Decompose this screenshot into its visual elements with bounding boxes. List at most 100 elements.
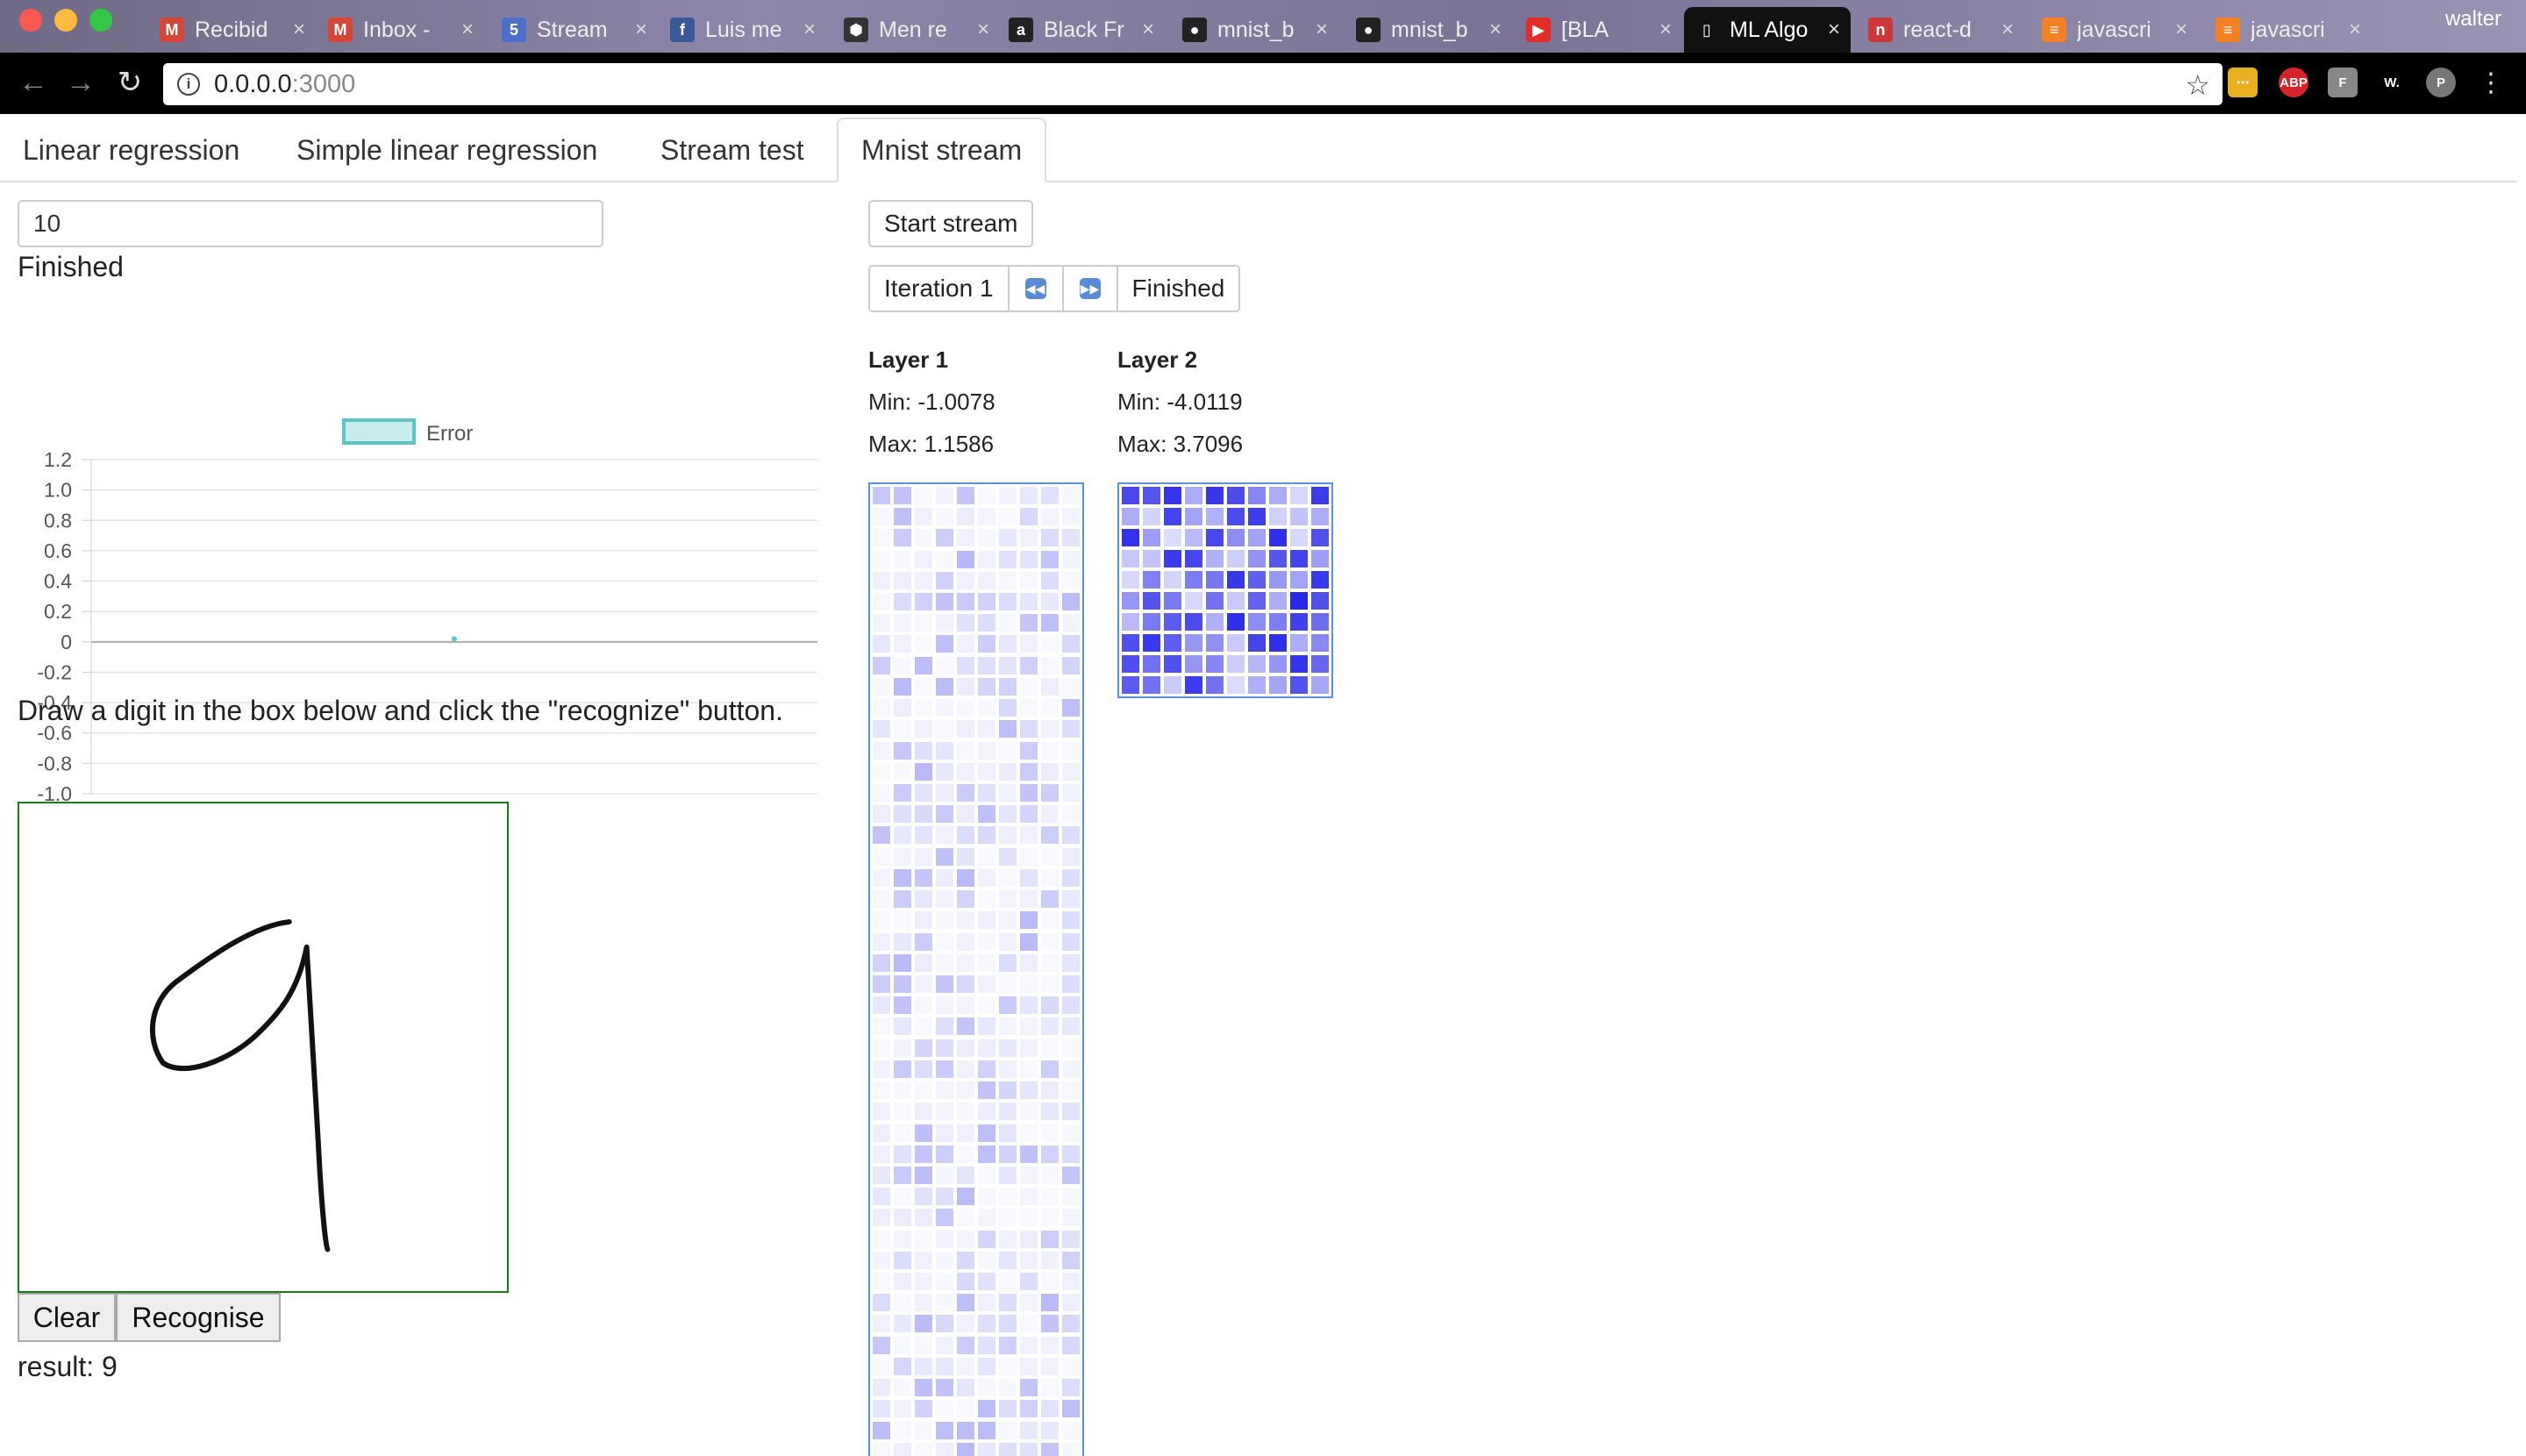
previous-iteration-button[interactable]: ◀◀ (1009, 267, 1064, 310)
tab-linear-regression[interactable]: Linear regression (23, 118, 239, 182)
browser-tab-title: react-d (1903, 17, 1972, 42)
weight-cell (873, 1124, 890, 1142)
weight-cell (1248, 592, 1266, 610)
weight-cell (1269, 529, 1287, 546)
profile-name[interactable]: walter (2445, 7, 2501, 32)
close-tab-icon[interactable]: × (1828, 18, 1840, 42)
browser-tab[interactable]: ≡ javascri × (2031, 7, 2198, 53)
weight-cell (957, 826, 974, 845)
weight-cell (1122, 634, 1139, 652)
weight-cell (1311, 571, 1329, 589)
weight-cell (1269, 571, 1287, 589)
weight-cell (1185, 592, 1202, 610)
weight-cell (1311, 508, 1329, 525)
weight-cell (1041, 1230, 1059, 1248)
weight-cell (957, 847, 974, 866)
weight-cell (1227, 508, 1245, 525)
browser-tab[interactable]: M Inbox - × (318, 7, 484, 53)
browser-tab[interactable]: ● mnist_b × (1345, 7, 1512, 53)
weight-cell (936, 1273, 953, 1291)
weight-cell (936, 1357, 953, 1375)
browser-tab[interactable]: ▶ [BLA × (1516, 7, 1682, 53)
weight-cell (999, 1209, 1017, 1226)
recognise-button[interactable]: Recognise (116, 1293, 281, 1342)
weight-cell (1020, 1017, 1038, 1036)
weight-cell (894, 1422, 911, 1439)
weight-cell (1143, 550, 1160, 567)
weight-cell (978, 1060, 995, 1078)
weight-cell (1020, 1081, 1038, 1100)
weight-cell (957, 1315, 974, 1333)
weight-cell (978, 1357, 995, 1375)
window-zoom-button[interactable] (89, 9, 112, 32)
address-bar[interactable]: i 0.0.0.0:3000 ☆ (163, 63, 2223, 105)
weight-cell (1164, 592, 1181, 610)
weight-cell (873, 1315, 890, 1333)
close-tab-icon[interactable]: × (2175, 18, 2187, 42)
weight-cell (915, 1443, 932, 1456)
f-extension-icon[interactable]: F (2328, 68, 2358, 97)
bookmark-extension-icon[interactable]: ⋯ (2228, 68, 2258, 97)
weight-cell (1143, 613, 1160, 631)
w-extension-icon[interactable]: W. (2377, 68, 2407, 97)
browser-tab[interactable]: 5 Stream × (491, 7, 658, 53)
browser-tab[interactable]: M Recibid × (149, 7, 316, 53)
back-icon[interactable]: ← (16, 65, 51, 100)
weight-cell (1248, 487, 1266, 504)
iterations-input[interactable] (18, 200, 603, 247)
browser-tab[interactable]: f Luis me × (660, 7, 826, 53)
weight-cell (1020, 784, 1038, 802)
weight-cell (1062, 1294, 1080, 1312)
close-tab-icon[interactable]: × (977, 18, 989, 42)
start-stream-button[interactable]: Start stream (868, 200, 1034, 247)
tab-simple-linear-regression[interactable]: Simple linear regression (296, 118, 597, 182)
close-tab-icon[interactable]: × (461, 18, 474, 42)
weight-cell (1041, 487, 1059, 504)
browser-tab[interactable]: ▯ ML Algo × (1684, 7, 1851, 53)
browser-tab[interactable]: a Black Fr × (998, 7, 1165, 53)
reload-icon[interactable]: ↻ (112, 65, 147, 100)
github-icon: ● (1182, 18, 1207, 42)
weight-cell (894, 487, 911, 504)
close-tab-icon[interactable]: × (1659, 18, 1672, 42)
close-tab-icon[interactable]: × (1316, 18, 1328, 42)
y-tick-label: 0 (61, 631, 72, 653)
close-tab-icon[interactable]: × (2349, 18, 2361, 42)
p-extension-icon[interactable]: P (2426, 68, 2456, 97)
next-iteration-button[interactable]: ▶▶ (1063, 267, 1118, 310)
gmail-icon: M (160, 18, 184, 42)
weight-cell (957, 996, 974, 1015)
weight-cell (1041, 699, 1059, 717)
clear-button[interactable]: Clear (18, 1293, 116, 1342)
browser-tab[interactable]: ⬢ Men re × (833, 7, 1000, 53)
weight-cell (978, 487, 995, 504)
bookmark-star-icon[interactable]: ☆ (2185, 68, 2210, 102)
window-minimize-button[interactable] (54, 9, 77, 32)
weight-cell (957, 1421, 974, 1439)
digit-drawing-canvas[interactable] (18, 802, 509, 1293)
weight-cell (1041, 1357, 1059, 1375)
weight-cell (873, 571, 890, 589)
close-tab-icon[interactable]: × (635, 18, 647, 42)
weight-cell (915, 1315, 932, 1333)
close-tab-icon[interactable]: × (1489, 18, 1502, 42)
info-icon[interactable]: i (177, 73, 200, 96)
weight-cell (957, 1166, 974, 1184)
browser-tab[interactable]: ≡ javascri × (2205, 7, 2372, 53)
close-tab-icon[interactable]: × (293, 18, 305, 42)
menu-icon[interactable]: ⋮ (2473, 65, 2508, 100)
browser-tab[interactable]: n react-d × (1858, 7, 2024, 53)
weight-cell (999, 890, 1017, 909)
weight-cell (1290, 634, 1308, 652)
close-tab-icon[interactable]: × (1142, 18, 1154, 42)
window-close-button[interactable] (19, 9, 42, 32)
tab-stream-test[interactable]: Stream test (660, 118, 804, 182)
tab-mnist-stream[interactable]: Mnist stream (837, 118, 1047, 182)
weight-cell (1062, 1251, 1080, 1269)
close-tab-icon[interactable]: × (2002, 18, 2014, 42)
browser-tab[interactable]: ● mnist_b × (1172, 7, 1338, 53)
forward-icon[interactable]: → (63, 65, 98, 100)
adblock-icon[interactable]: ABP (2279, 68, 2308, 97)
weight-cell (1248, 529, 1266, 546)
close-tab-icon[interactable]: × (803, 18, 816, 42)
